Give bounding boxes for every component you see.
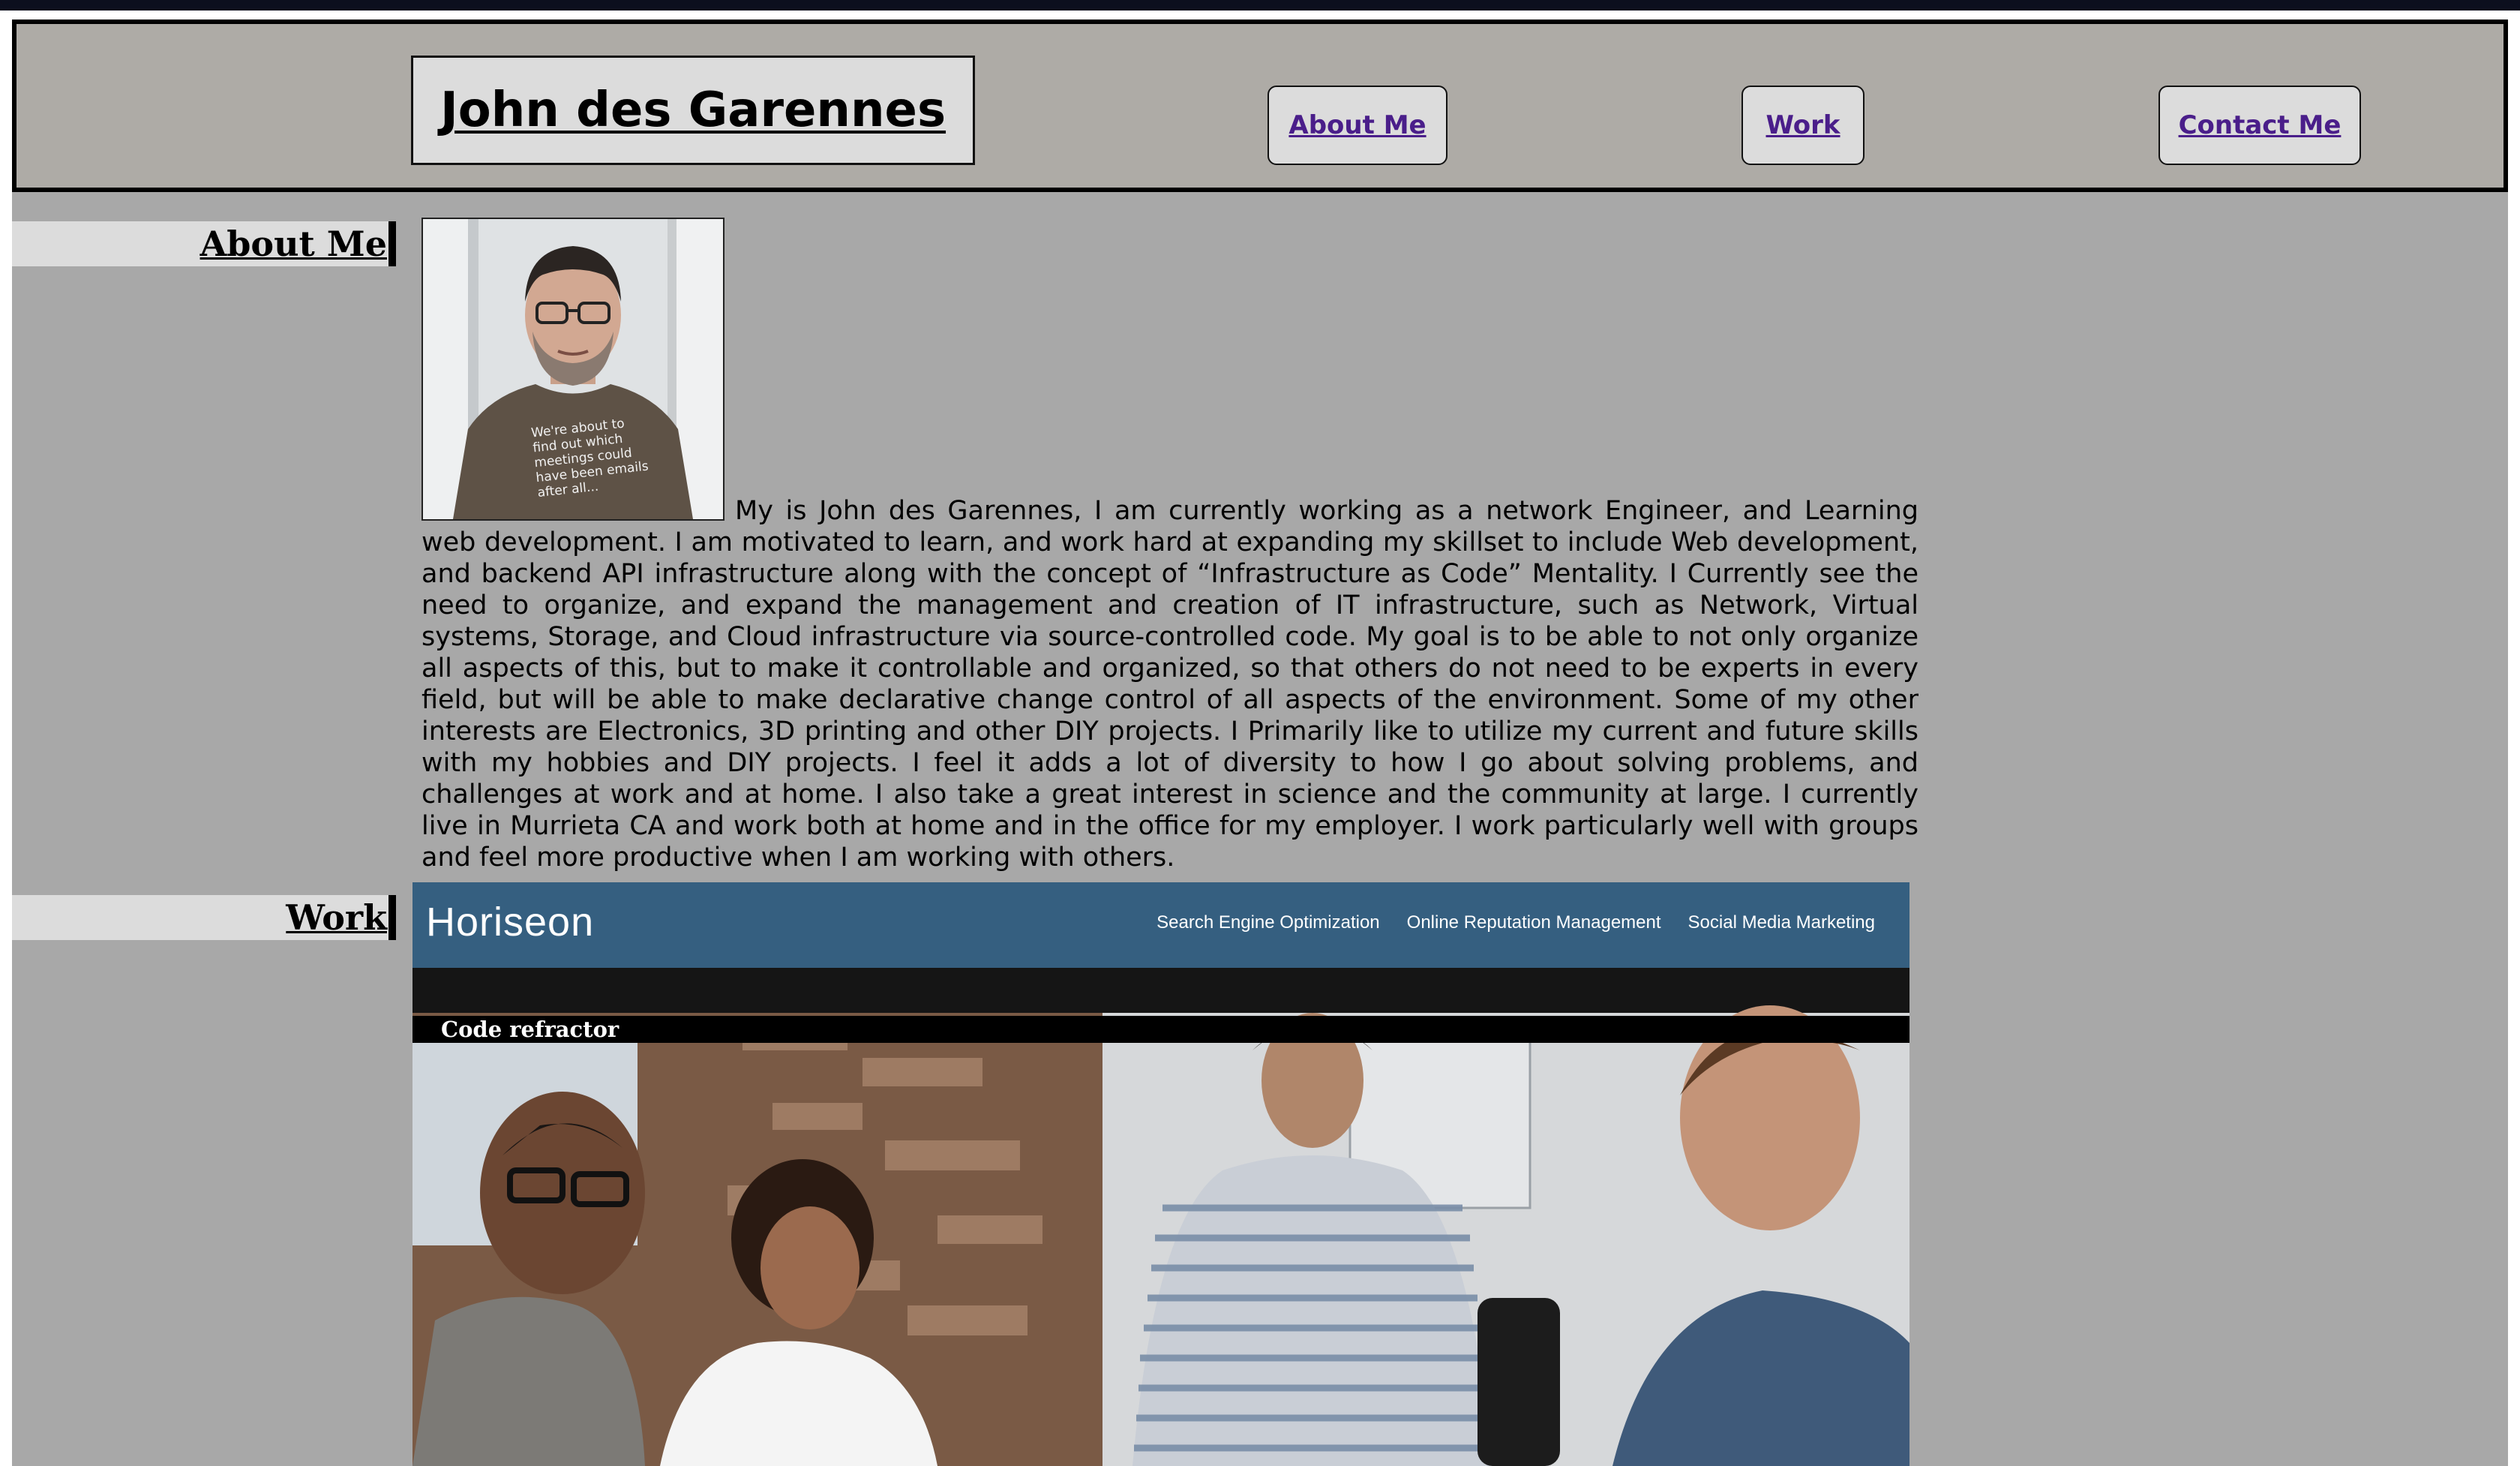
project-preview-horiseon[interactable]: Horiseon Search Engine Optimization Onli… bbox=[412, 882, 1910, 1466]
browser-top-strip bbox=[0, 0, 2520, 11]
project-link-orm: Online Reputation Management bbox=[1406, 912, 1661, 933]
site-title-box: John des Garennes bbox=[411, 56, 975, 165]
project-brand: Horiseon bbox=[426, 900, 595, 945]
site-header: John des Garennes About Me Work Contact … bbox=[12, 20, 2508, 192]
nav-contact-button[interactable]: Contact Me bbox=[2158, 86, 2361, 165]
nav-about-link[interactable]: About Me bbox=[1288, 110, 1426, 140]
work-heading: Work bbox=[12, 895, 396, 940]
project-preview-navbar: Horiseon Search Engine Optimization Onli… bbox=[412, 882, 1910, 968]
nav-about-button[interactable]: About Me bbox=[1268, 86, 1448, 165]
project-link-seo: Search Engine Optimization bbox=[1156, 912, 1380, 933]
about-heading: About Me bbox=[12, 221, 396, 266]
site-title-link[interactable]: John des Garennes bbox=[440, 83, 946, 138]
about-heading-text: About Me bbox=[200, 224, 387, 264]
project-caption: Code refractor bbox=[441, 1017, 620, 1042]
portrait-photo: We're about to find out which meetings c… bbox=[422, 218, 724, 521]
page: John des Garennes About Me Work Contact … bbox=[12, 20, 2508, 1466]
nav-work-button[interactable]: Work bbox=[1742, 86, 1864, 165]
work-heading-text: Work bbox=[286, 897, 387, 938]
nav-work-link[interactable]: Work bbox=[1766, 110, 1840, 140]
project-preview-links: Search Engine Optimization Online Reputa… bbox=[1156, 912, 1875, 933]
nav-contact-link[interactable]: Contact Me bbox=[2179, 110, 2342, 140]
project-caption-bar: Code refractor bbox=[412, 1016, 1910, 1043]
project-link-smm: Social Media Marketing bbox=[1688, 912, 1875, 933]
about-bio-text: My is John des Garennes, I am currently … bbox=[422, 496, 1918, 873]
